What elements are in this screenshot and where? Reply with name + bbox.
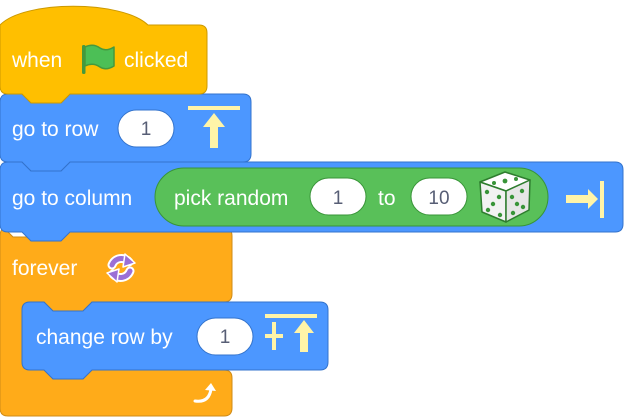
pick-random-label: pick random [174, 187, 288, 210]
change-row-value: 1 [220, 327, 231, 348]
code-canvas: forever change row by 1 go to column pic… [0, 5, 624, 417]
go-to-row-value: 1 [141, 119, 152, 140]
hat-label-clicked: clicked [124, 49, 188, 72]
go-to-column-block[interactable]: go to column pick random 1 to 10 [0, 161, 624, 242]
go-to-row-label: go to row [12, 118, 99, 141]
forever-label: forever [12, 257, 77, 280]
hat-label-when: when [11, 49, 62, 72]
go-to-row-block[interactable]: go to row 1 [0, 93, 252, 172]
change-row-block[interactable]: change row by 1 [21, 301, 329, 380]
change-row-label: change row by [36, 326, 173, 349]
pick-random-block[interactable]: pick random 1 to 10 [154, 167, 549, 227]
go-to-column-label: go to column [12, 187, 132, 210]
when-flag-clicked-block[interactable]: when clicked [0, 5, 208, 104]
random-from-value: 1 [333, 188, 344, 209]
random-to-value: 10 [428, 188, 449, 209]
random-joiner-label: to [378, 187, 396, 210]
